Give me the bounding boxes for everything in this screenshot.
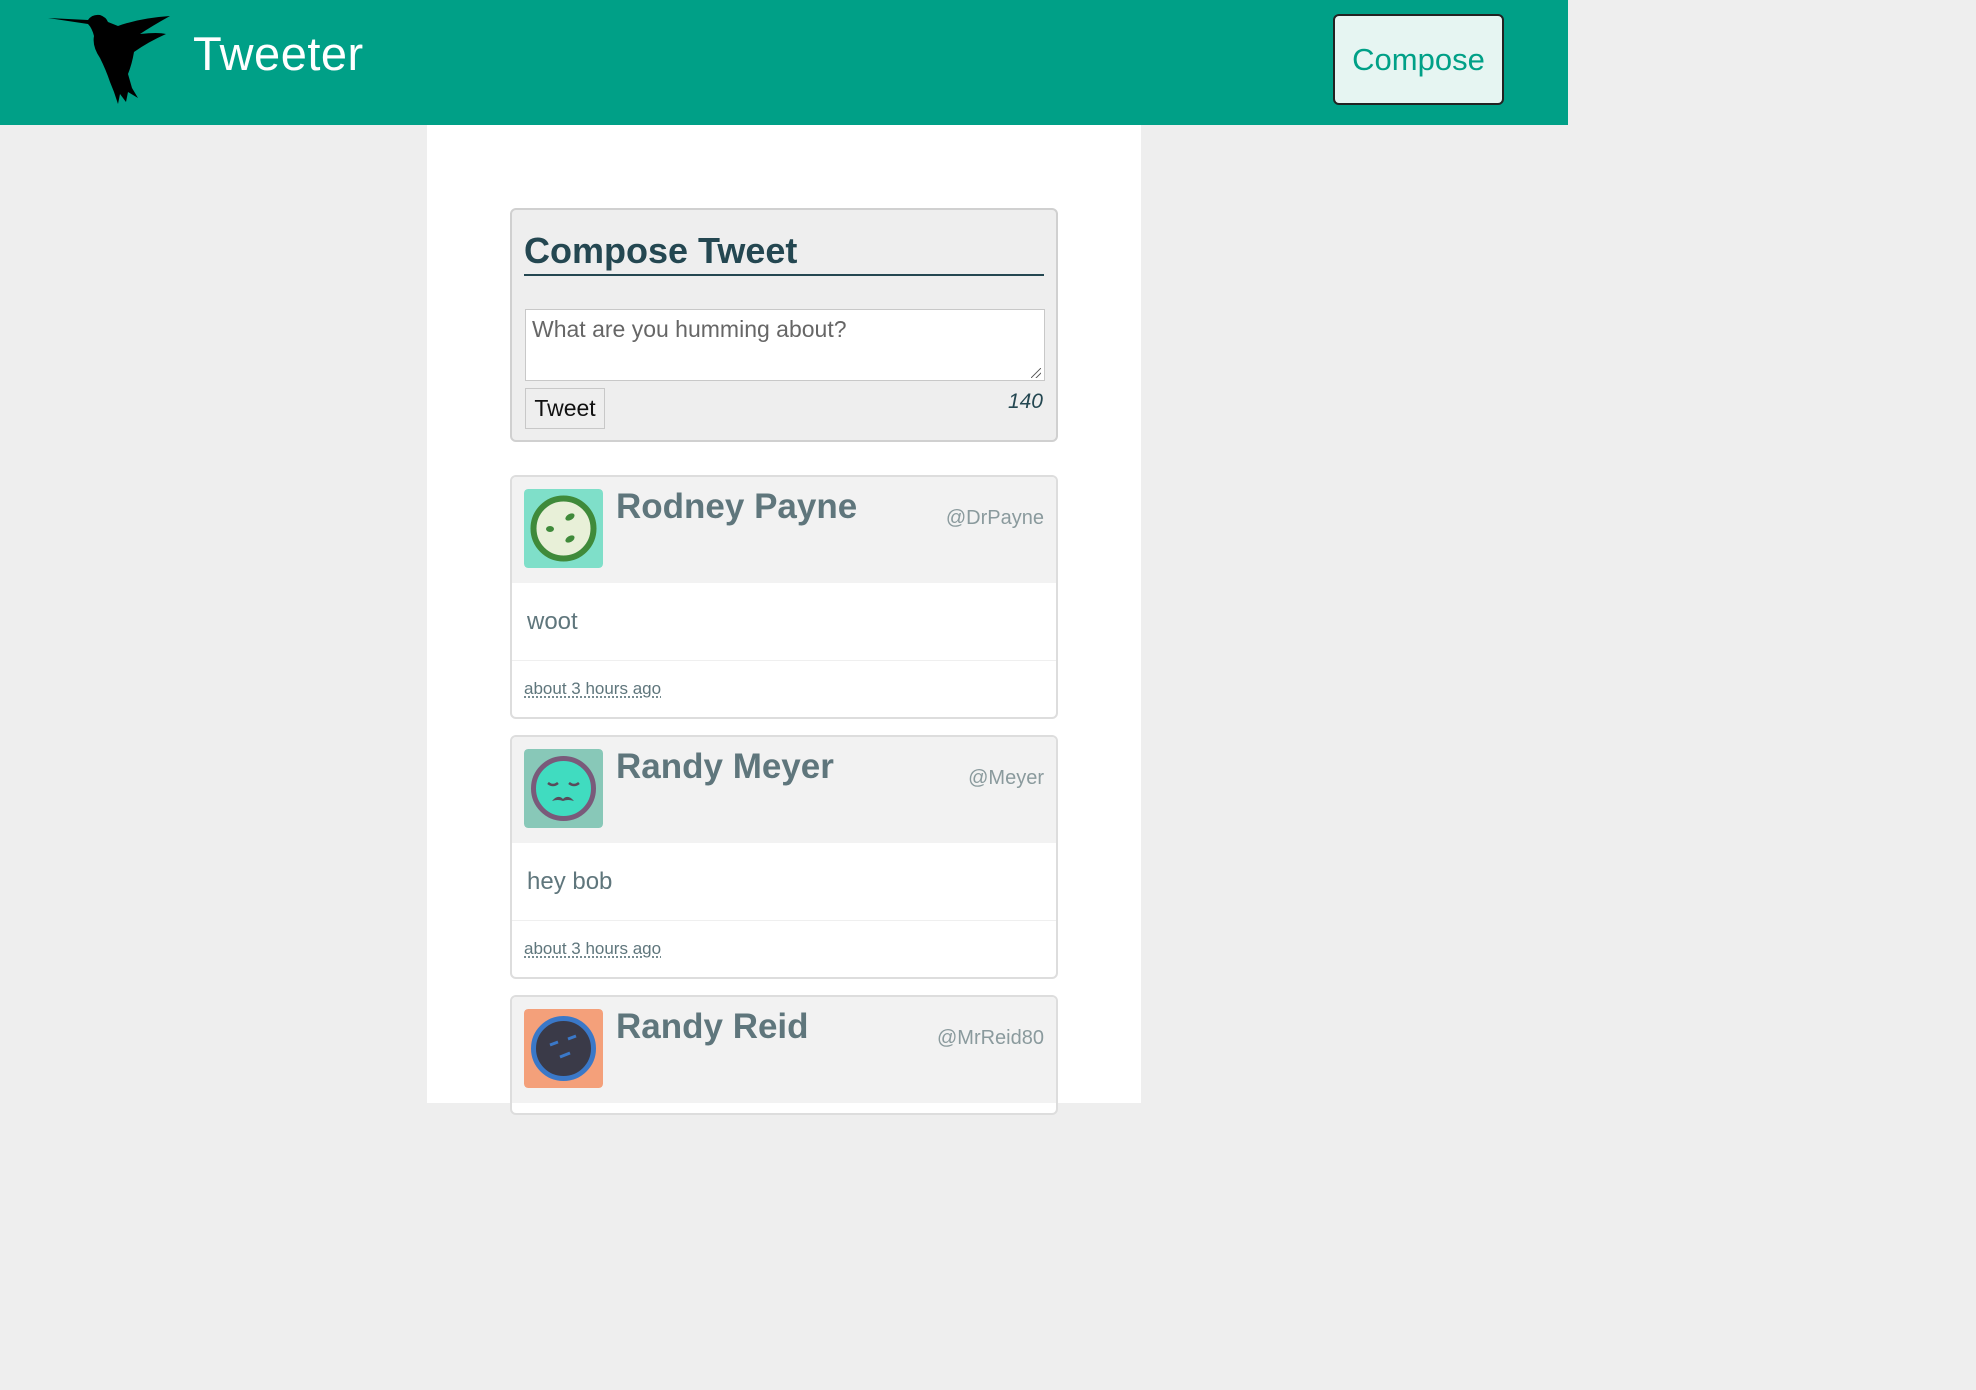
avatar <box>524 749 603 828</box>
brand-title: Tweeter <box>193 27 364 80</box>
avatar <box>524 489 603 568</box>
tweet-card: Rodney Payne @DrPayne woot about 3 hours… <box>510 475 1058 719</box>
tweet-header: Rodney Payne @DrPayne <box>512 477 1056 583</box>
tweet-header: Randy Reid @MrReid80 <box>512 997 1056 1103</box>
tweet-header: Randy Meyer @Meyer <box>512 737 1056 843</box>
avatar-face <box>531 756 596 821</box>
top-nav: Tweeter Compose <box>0 0 1568 125</box>
tweet-author-name[interactable]: Rodney Payne <box>616 487 857 527</box>
tweet-author-name[interactable]: Randy Reid <box>616 1007 809 1047</box>
tweet-author-handle[interactable]: @MrReid80 <box>937 1027 1044 1050</box>
char-counter: 140 <box>1007 390 1043 413</box>
tweet-content: hey bob <box>512 843 1056 921</box>
tweet-author-handle[interactable]: @DrPayne <box>946 507 1044 530</box>
avatar-face <box>530 495 597 562</box>
tweet-timestamp[interactable]: about 3 hours ago <box>524 679 661 699</box>
compose-button[interactable]: Compose <box>1333 14 1504 105</box>
tweet-submit-button[interactable]: Tweet <box>525 388 605 429</box>
tweet-author-handle[interactable]: @Meyer <box>968 767 1044 790</box>
compose-title: Compose Tweet <box>524 230 1044 276</box>
hummingbird-icon <box>48 14 170 104</box>
tweet-card: Randy Meyer @Meyer hey bob about 3 hours… <box>510 735 1058 979</box>
tweet-footer: about 3 hours ago <box>512 921 1056 977</box>
avatar <box>524 1009 603 1088</box>
tweet-textarea[interactable] <box>525 309 1045 381</box>
avatar-face <box>531 1016 596 1081</box>
tweet-content: woot <box>512 583 1056 661</box>
tweet-author-name[interactable]: Randy Meyer <box>616 747 834 787</box>
tweet-card: Randy Reid @MrReid80 <box>510 995 1058 1115</box>
tweet-footer: about 3 hours ago <box>512 661 1056 717</box>
compose-tweet-panel: Compose Tweet Tweet 140 <box>510 208 1058 442</box>
tweet-timestamp[interactable]: about 3 hours ago <box>524 939 661 959</box>
